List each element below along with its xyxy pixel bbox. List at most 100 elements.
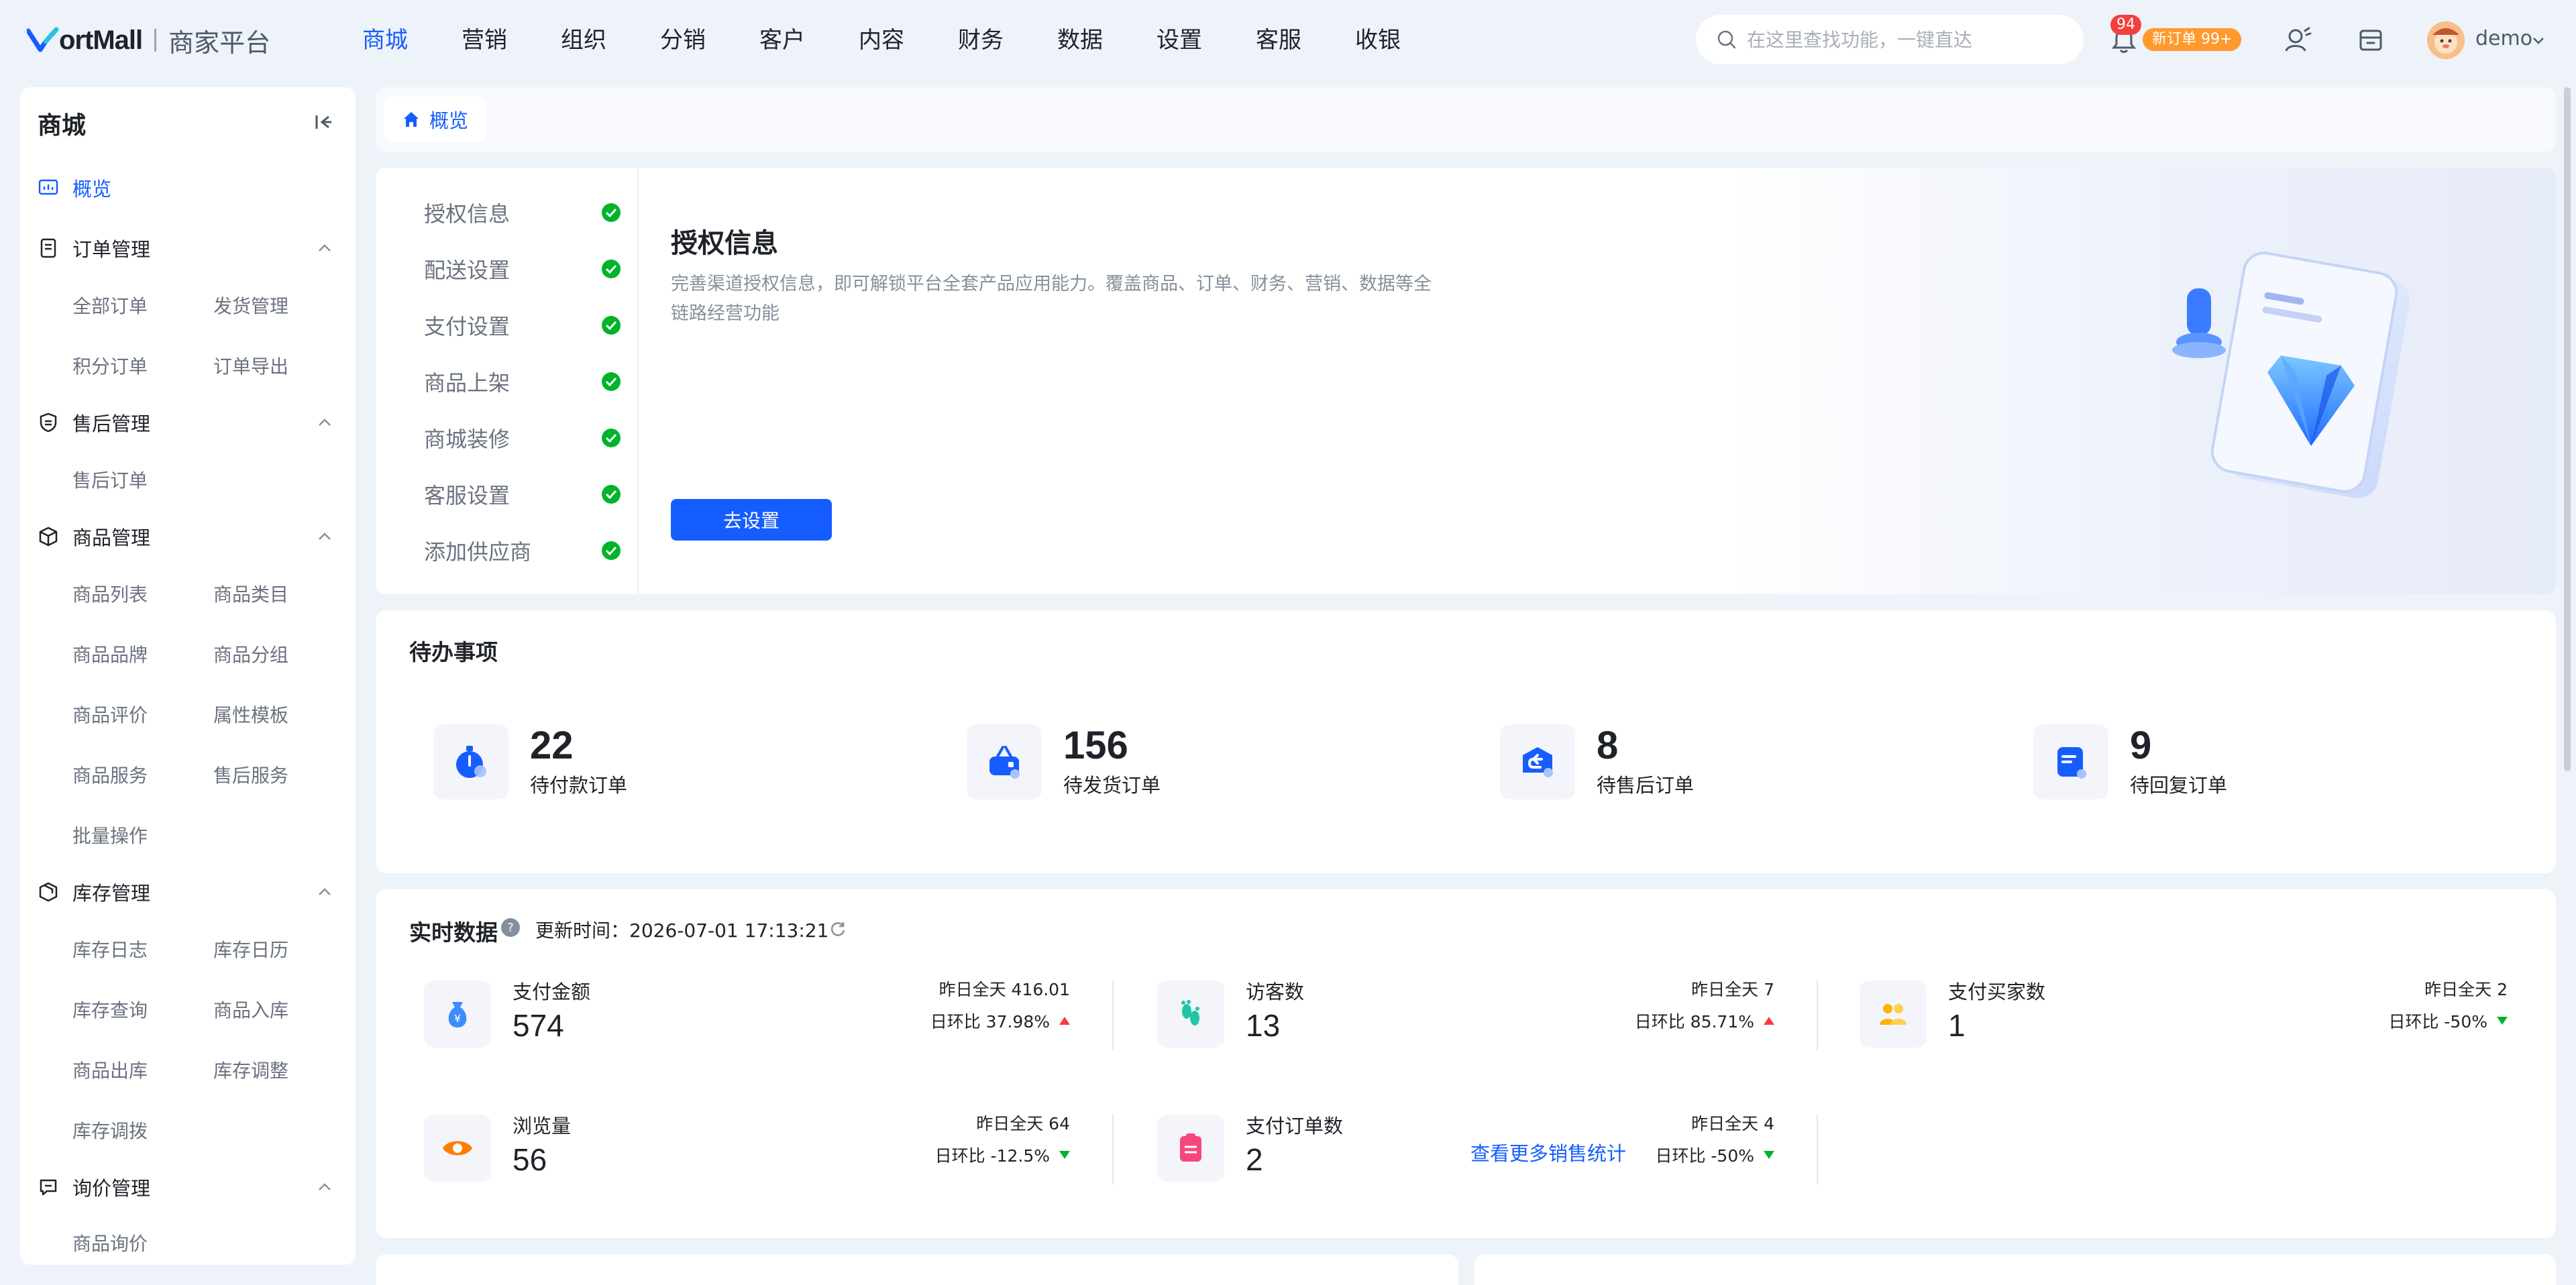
customer-service-icon[interactable] — [2282, 25, 2312, 55]
metric-label: 浏览量 — [513, 1115, 572, 1137]
sidebar-item-stock-adjust[interactable]: 库存调整 — [213, 1054, 288, 1088]
topnav-service[interactable]: 客服 — [1256, 20, 1301, 60]
product-box-icon — [39, 526, 58, 547]
sidebar-item-product-inquiry[interactable]: 商品询价 — [72, 1227, 148, 1261]
topnav-customer[interactable]: 客户 — [759, 20, 805, 60]
setup-title: 授权信息 — [671, 228, 778, 259]
sidebar-item-product-brand[interactable]: 商品品牌 — [72, 638, 148, 672]
metric-ratio-text: 日环比 85.71% — [1634, 1012, 1754, 1031]
sidebar-group-inventory[interactable]: 库存管理 — [38, 872, 150, 912]
check-circle-icon — [602, 541, 621, 560]
new-order-badge[interactable]: 新订单 99+ — [2143, 28, 2242, 51]
svg-text:¥: ¥ — [454, 1012, 461, 1025]
metric-value: 56 — [513, 1142, 547, 1177]
metric-page-views[interactable]: 浏览量 56 昨日全天 64 日环比 -12.5% — [424, 1108, 1070, 1188]
trend-down-icon — [1764, 1151, 1774, 1159]
metric-label: 支付买家数 — [1948, 981, 2046, 1003]
todo-unshipped-orders[interactable]: 156 待发货订单 — [967, 723, 1161, 801]
topnav-distribution[interactable]: 分销 — [660, 20, 706, 60]
metric-paying-buyers[interactable]: 支付买家数 1 昨日全天 2 日环比 -50% — [1860, 974, 2508, 1054]
todo-unpaid-orders[interactable]: 22 待付款订单 — [433, 723, 627, 801]
metric-payment-amount[interactable]: ¥ 支付金额 574 昨日全天 416.01 日环比 37.98% — [424, 974, 1070, 1054]
sidebar-item-product-list[interactable]: 商品列表 — [72, 578, 148, 612]
metric-yesterday: 昨日全天 2 — [2424, 980, 2508, 999]
sidebar-item-product-service[interactable]: 商品服务 — [72, 759, 148, 793]
sidebar-item-points-orders[interactable]: 积分订单 — [72, 350, 148, 384]
sidebar-group-orders[interactable]: 订单管理 — [38, 228, 150, 268]
sidebar-item-inventory-query[interactable]: 库存查询 — [72, 994, 148, 1027]
metric-visitors[interactable]: 访客数 13 昨日全天 7 日环比 85.71% — [1157, 974, 1774, 1054]
metric-ratio-text: 日环比 -50% — [1655, 1146, 1754, 1166]
todo-label: 待发货订单 — [1063, 774, 1161, 797]
step-delivery[interactable]: 配送设置 — [424, 254, 510, 284]
sidebar-item-product-category[interactable]: 商品类目 — [213, 578, 288, 612]
step-supplier[interactable]: 添加供应商 — [424, 535, 531, 566]
step-authorization[interactable]: 授权信息 — [424, 197, 510, 228]
collapse-sidebar-icon[interactable] — [313, 111, 334, 133]
sidebar-group-after-sales[interactable]: 售后管理 — [38, 402, 150, 443]
topnav-organization[interactable]: 组织 — [561, 20, 606, 60]
chevron-down-icon[interactable] — [2530, 32, 2546, 48]
todo-count: 9 — [2130, 724, 2152, 767]
sidebar-item-stock-transfer[interactable]: 库存调拨 — [72, 1115, 148, 1148]
metric-paid-orders[interactable]: 支付订单数 2 昨日全天 4 日环比 -50% — [1157, 1108, 1774, 1188]
user-avatar[interactable] — [2427, 21, 2465, 59]
sidebar-item-attribute-template[interactable]: 属性模板 — [213, 699, 288, 732]
chevron-up-icon[interactable] — [315, 527, 334, 546]
sidebar-item-inventory-log[interactable]: 库存日志 — [72, 934, 148, 967]
sidebar-item-after-sales-service[interactable]: 售后服务 — [213, 759, 288, 793]
topnav-marketing[interactable]: 营销 — [462, 20, 507, 60]
go-setup-button[interactable]: 去设置 — [671, 499, 832, 541]
brand-logo[interactable]: ortMall 商家平台 — [27, 21, 270, 59]
search-input[interactable] — [1747, 28, 2069, 51]
topnav-content[interactable]: 内容 — [859, 20, 904, 60]
dashboard-icon — [38, 179, 58, 195]
money-bag-icon: ¥ — [448, 1002, 467, 1027]
sidebar-item-after-sales-orders[interactable]: 售后订单 — [72, 464, 148, 498]
update-time: 更新时间：2026-07-01 17:13:21 — [535, 916, 828, 943]
check-circle-icon — [602, 260, 621, 278]
user-name[interactable]: demo — [2475, 27, 2532, 50]
sidebar-item-order-export[interactable]: 订单导出 — [213, 350, 288, 384]
metric-value: 1 — [1948, 1008, 1966, 1043]
topnav-settings[interactable]: 设置 — [1157, 20, 1202, 60]
sidebar-item-batch-operation[interactable]: 批量操作 — [72, 820, 148, 853]
sidebar-item-product-review[interactable]: 商品评价 — [72, 699, 148, 732]
refresh-icon[interactable] — [829, 920, 847, 938]
topnav-mall[interactable]: 商城 — [362, 20, 408, 60]
store-icon[interactable] — [2356, 25, 2385, 55]
todo-reply-orders[interactable]: 9 待回复订单 — [2033, 723, 2227, 801]
sidebar-item-all-orders[interactable]: 全部订单 — [72, 290, 148, 323]
page-scrollbar[interactable] — [2564, 87, 2571, 771]
sidebar-item-stock-out[interactable]: 商品出库 — [72, 1054, 148, 1088]
topnav-cashier[interactable]: 收银 — [1355, 20, 1401, 60]
topnav-finance[interactable]: 财务 — [958, 20, 1004, 60]
sidebar-item-stock-in[interactable]: 商品入库 — [213, 994, 288, 1027]
step-decoration[interactable]: 商城装修 — [424, 423, 510, 453]
chevron-up-icon[interactable] — [315, 239, 334, 258]
help-circle-icon[interactable]: ? — [500, 917, 521, 938]
sidebar-group-label: 商品管理 — [72, 526, 151, 549]
step-payment[interactable]: 支付设置 — [424, 310, 510, 341]
chevron-up-icon[interactable] — [315, 1178, 334, 1196]
global-search[interactable] — [1696, 15, 2084, 64]
sidebar-item-product-group[interactable]: 商品分组 — [213, 638, 288, 672]
chevron-up-icon[interactable] — [315, 413, 334, 432]
setup-guide-card: 授权信息 配送设置 支付设置 商品上架 商城装修 客服设置 添加供应商 授权信息… — [376, 168, 2556, 594]
sidebar-item-inventory-calendar[interactable]: 库存日历 — [213, 934, 288, 967]
sidebar-group-label: 订单管理 — [72, 238, 151, 261]
brand-name: ortMall — [59, 25, 143, 55]
todo-after-sales-orders[interactable]: 8 待售后订单 — [1500, 723, 1694, 801]
step-listing[interactable]: 商品上架 — [424, 366, 510, 397]
sidebar-item-shipping[interactable]: 发货管理 — [213, 290, 288, 323]
tab-overview[interactable]: 概览 — [384, 97, 486, 142]
topnav-data[interactable]: 数据 — [1057, 20, 1103, 60]
step-customer-service[interactable]: 客服设置 — [424, 479, 510, 510]
sidebar-group-inquiry[interactable]: 询价管理 — [38, 1167, 150, 1207]
clipboard-icon — [1180, 1133, 1201, 1162]
sidebar-group-products[interactable]: 商品管理 — [38, 516, 150, 557]
trend-up-icon — [1059, 1017, 1070, 1025]
sidebar-item-overview[interactable]: 概览 — [38, 168, 111, 208]
view-more-sales-link[interactable]: 查看更多销售统计 — [1470, 1138, 1626, 1166]
chevron-up-icon[interactable] — [315, 883, 334, 901]
